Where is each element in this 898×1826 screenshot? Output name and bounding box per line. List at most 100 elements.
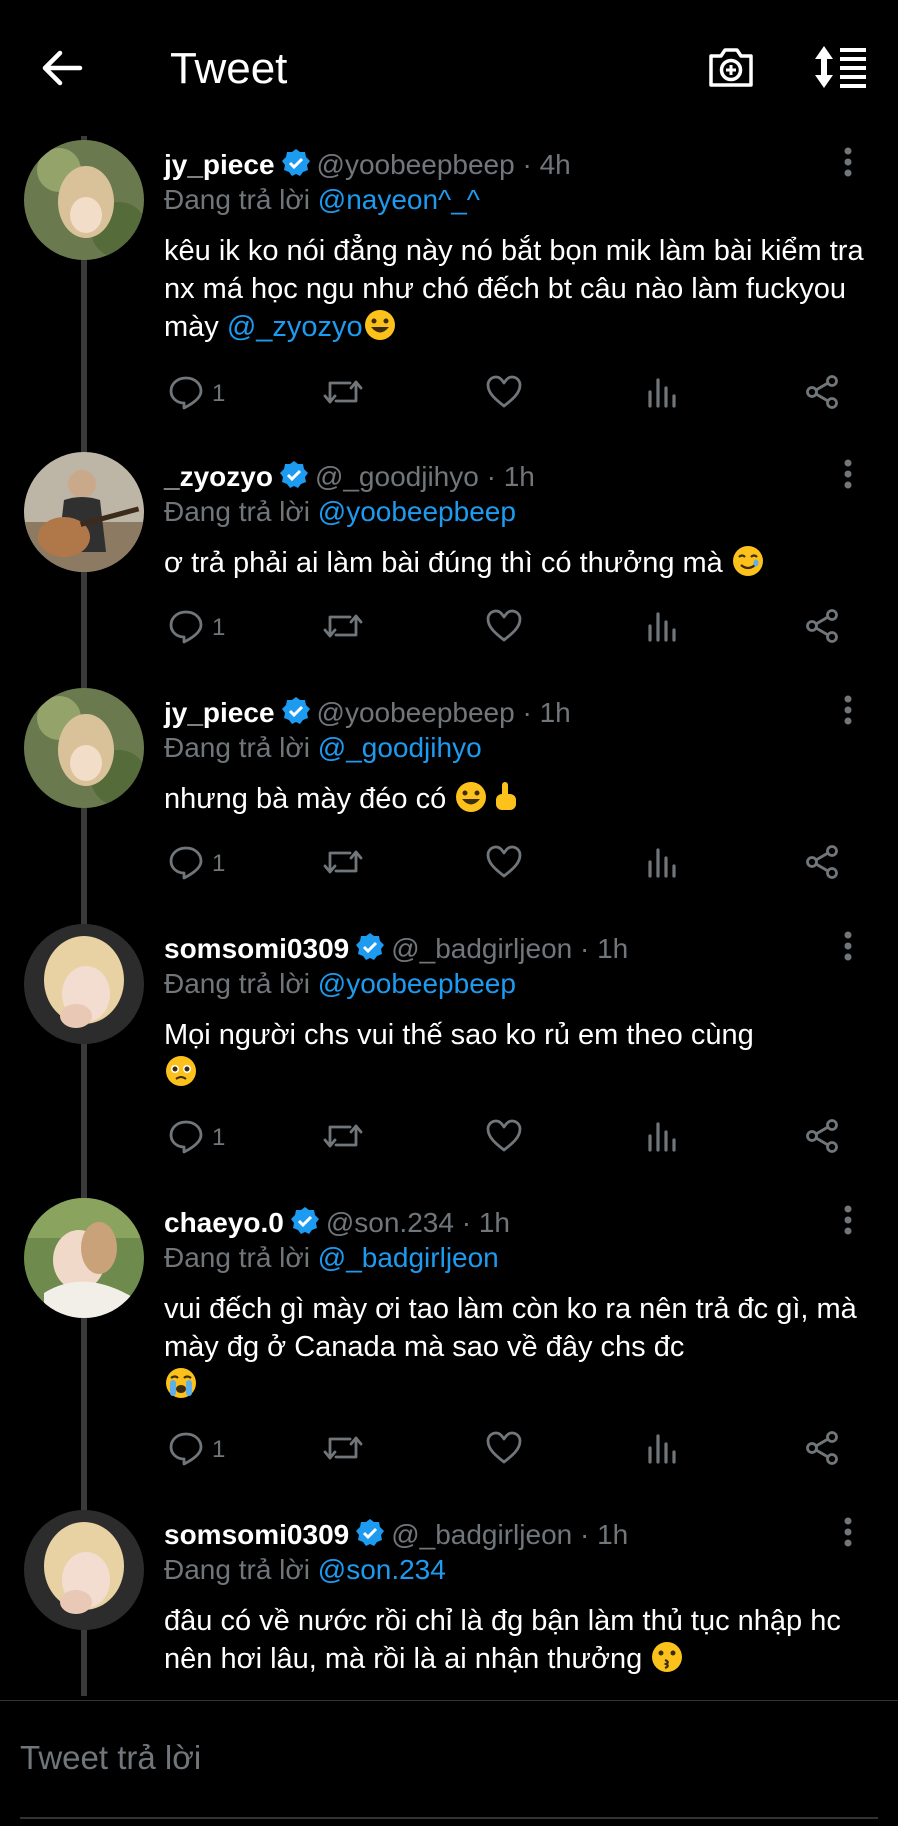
retweet-icon [323,380,363,404]
analytics-icon [648,1434,676,1464]
retweet-icon [323,1436,363,1460]
tweet-actions: 1 [164,608,864,648]
reply-button[interactable]: 1 [168,374,225,414]
sort-replies-icon[interactable] [812,42,872,92]
replying-to-label: Đang trả lời [164,968,310,999]
tweet-author-row: chaeyo.0 @son.234 · 1h [164,1206,510,1239]
tweet-author-row: somsomi0309 @_badgirljeon · 1h [164,1518,628,1551]
share-icon [806,1431,838,1465]
thread-connector-line [81,136,87,1696]
share-icon [806,845,838,879]
share-button[interactable] [804,608,840,648]
analytics-button[interactable] [646,844,678,884]
grinning-face-emoji-icon [456,782,487,812]
handle: @_badgirljeon [391,1519,573,1550]
retweet-button[interactable] [322,1118,364,1158]
more-options-icon[interactable] [842,1516,854,1548]
verified-badge-icon [290,1207,319,1234]
share-icon [806,609,838,643]
share-icon [806,1119,838,1153]
middle-finger-emoji-icon [496,782,517,810]
tweet-mention[interactable]: @_zyozyo [227,311,363,343]
tweet-actions: 1 [164,844,864,884]
avatar[interactable] [24,140,144,260]
reply-composer[interactable]: Tweet trả lời [0,1700,898,1826]
retweet-button[interactable] [322,1430,364,1470]
avatar[interactable] [24,924,144,1044]
reply-icon [169,376,203,410]
replying-to-label: Đang trả lời [164,1554,310,1585]
avatar[interactable] [24,1198,144,1318]
more-options-icon[interactable] [842,458,854,490]
reply-input-placeholder[interactable]: Tweet trả lời [20,1739,201,1777]
composer-divider [20,1817,878,1819]
timestamp: · 1h [461,1207,510,1238]
share-icon [806,375,838,409]
more-options-icon[interactable] [842,930,854,962]
replying-to-mention[interactable]: @_goodjihyo [318,732,482,763]
display-name[interactable]: somsomi0309 [164,1519,349,1550]
replying-to-mention[interactable]: @yoobeepbeep [318,968,516,999]
reply-button[interactable]: 1 [168,1118,225,1158]
like-button[interactable] [485,1118,523,1158]
analytics-button[interactable] [646,1430,678,1470]
tweet-text: ơ trả phải ai làm bài đúng thì có thưởng… [164,544,864,582]
replying-to-mention[interactable]: @yoobeepbeep [318,496,516,527]
share-button[interactable] [804,374,840,414]
tweet-text-content: vui đếch gì mày ơi tao làm còn ko ra nên… [164,1293,857,1363]
display-name[interactable]: jy_piece [164,697,275,728]
handle: @son.234 [325,1207,454,1238]
heart-icon [486,845,522,878]
more-options-icon[interactable] [842,1204,854,1236]
like-button[interactable] [485,844,523,884]
reply-button[interactable]: 1 [168,1430,225,1470]
like-button[interactable] [485,608,523,648]
retweet-button[interactable] [322,374,364,414]
replying-to-mention[interactable]: @son.234 [318,1554,446,1585]
verified-badge-icon [356,933,385,960]
share-button[interactable] [804,1118,840,1158]
handle: @_badgirljeon [391,933,573,964]
more-options-icon[interactable] [842,146,854,178]
tweet-text: đâu có về nước rồi chỉ là đg bận làm thủ… [164,1602,864,1678]
avatar[interactable] [24,688,144,808]
retweet-button[interactable] [322,608,364,648]
replying-to-label: Đang trả lời [164,1242,310,1273]
replying-to-label: Đang trả lời [164,496,310,527]
timestamp: · 1h [486,461,535,492]
replying-to-mention[interactable]: @_badgirljeon [318,1242,499,1273]
tweet-text-content: đâu có về nước rồi chỉ là đg bận làm thủ… [164,1605,841,1675]
avatar[interactable] [24,1510,144,1630]
kissing-face-emoji-icon [652,1642,683,1672]
reply-button[interactable]: 1 [168,844,225,884]
camera-add-icon[interactable] [706,42,756,92]
tweet-actions: 1 [164,374,864,414]
reply-button[interactable]: 1 [168,608,225,648]
display-name[interactable]: _zyozyo [164,461,273,492]
more-options-icon[interactable] [842,694,854,726]
back-arrow-icon[interactable] [40,46,84,90]
share-button[interactable] [804,844,840,884]
display-name[interactable]: somsomi0309 [164,933,349,964]
analytics-button[interactable] [646,1118,678,1158]
display-name[interactable]: jy_piece [164,149,275,180]
heart-icon [486,375,522,408]
retweet-icon [323,614,363,638]
replying-to: Đang trả lời @nayeon^_^ [164,184,480,216]
verified-badge-icon [281,697,310,724]
like-button[interactable] [485,1430,523,1470]
replying-to: Đang trả lời @son.234 [164,1554,446,1586]
heart-icon [486,1431,522,1464]
analytics-button[interactable] [646,374,678,414]
like-button[interactable] [485,374,523,414]
reply-count: 1 [212,850,226,877]
avatar[interactable] [24,452,144,572]
display-name[interactable]: chaeyo.0 [164,1207,284,1238]
replying-to: Đang trả lời @_goodjihyo [164,732,482,764]
replying-to: Đang trả lời @yoobeepbeep [164,496,516,528]
analytics-button[interactable] [646,608,678,648]
tweet-text: kêu ik ko nói đẳng này nó bắt bọn mik là… [164,232,864,346]
share-button[interactable] [804,1430,840,1470]
replying-to-mention[interactable]: @nayeon^_^ [318,184,480,215]
retweet-button[interactable] [322,844,364,884]
